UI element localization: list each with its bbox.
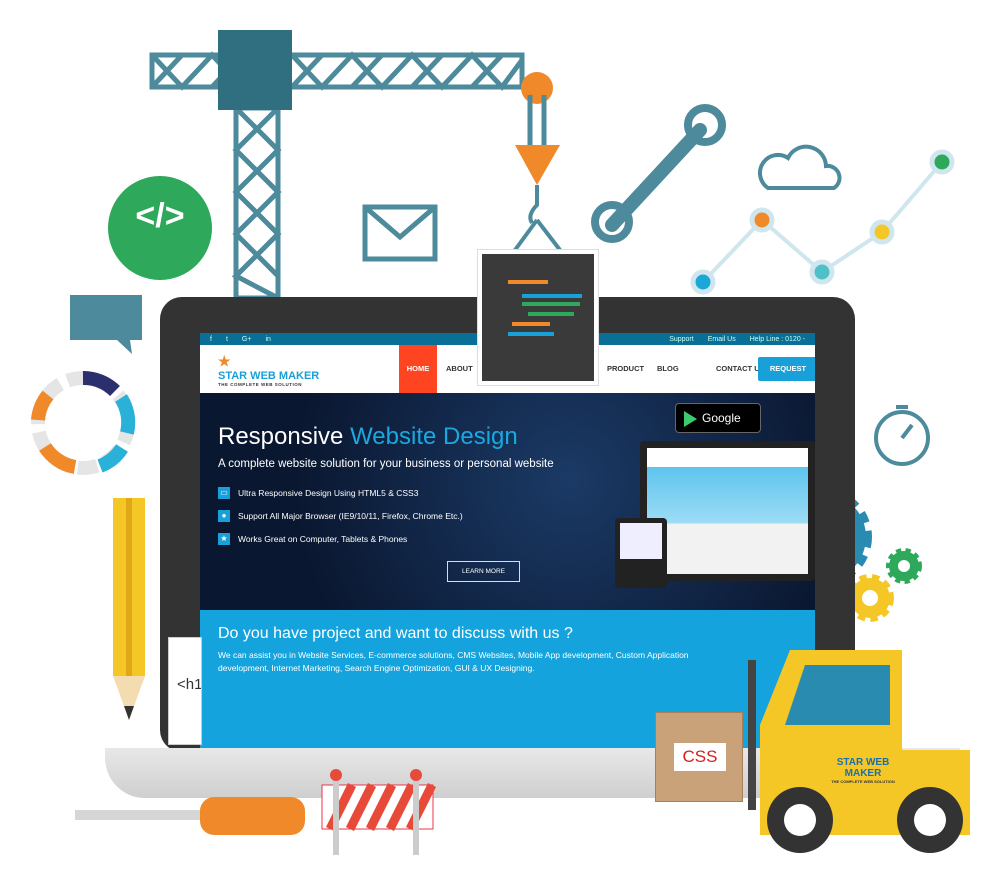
barrier-icon xyxy=(321,769,437,855)
forklift-truck xyxy=(748,650,970,853)
screwdriver-icon xyxy=(75,797,305,835)
css-box: CSS xyxy=(655,712,743,802)
truck-logo: STAR WEB MAKER THE COMPLETE WEB SOLUTION xyxy=(831,757,895,784)
